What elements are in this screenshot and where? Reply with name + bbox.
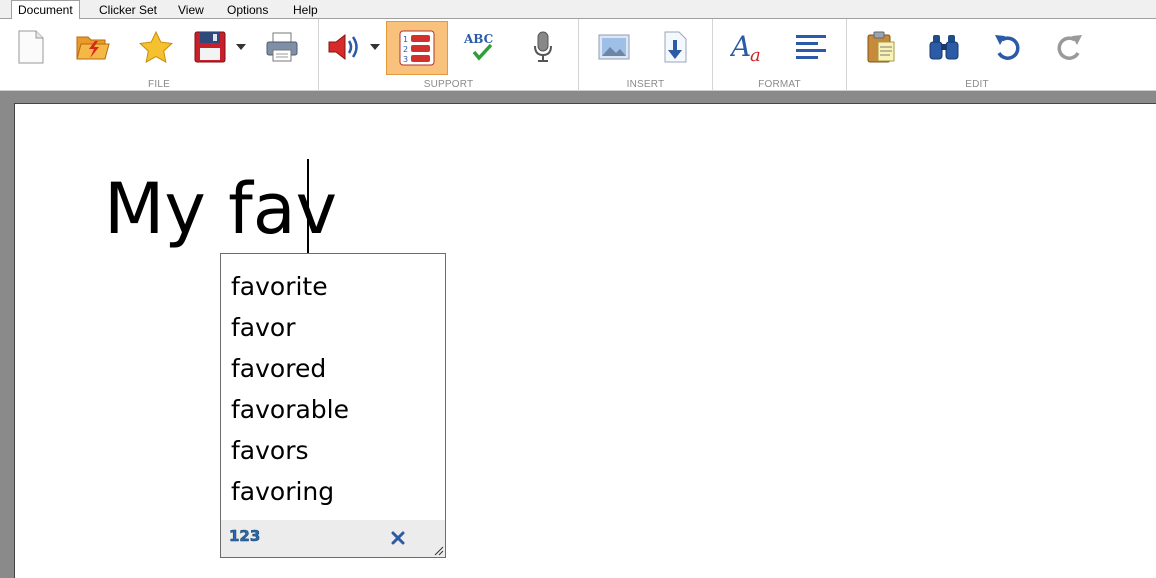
edit-group-label: EDIT [965,79,989,90]
favorites-button[interactable] [132,25,180,69]
open-folder-icon [76,36,110,60]
svg-text:3: 3 [403,55,408,64]
suggestion-item[interactable]: favorite [221,266,445,307]
edit-group: EDIT [847,19,1107,91]
speech-dropdown-chevron-icon[interactable] [370,43,380,51]
tab-view[interactable]: View [178,2,204,18]
spell-check-button[interactable]: ABC [456,25,504,69]
find-button[interactable] [920,25,968,69]
picture-icon [598,34,630,60]
format-group-label: FORMAT [758,79,801,90]
ribbon-toolbar: FILE 1 2 3 ABC SUPPORT INSERT A a FORMAT… [0,19,1156,91]
numbers-icon: 123 [229,527,261,546]
font-button[interactable]: A a [724,25,772,69]
svg-text:A: A [730,30,751,63]
svg-text:a: a [750,45,761,64]
spell-check-text: ABC [463,32,493,46]
open-folder-button[interactable] [69,25,117,69]
tab-options[interactable]: Options [227,2,268,18]
number-shortcuts-button[interactable]: 123 [229,525,263,551]
font-icon: A a [730,30,761,64]
file-group-label: FILE [148,79,170,90]
speech-button[interactable] [319,25,367,69]
suggestion-list: favorite favor favored favorable favors … [221,266,445,512]
align-left-button[interactable] [787,25,835,69]
svg-text:1: 1 [403,35,408,44]
svg-text:2: 2 [403,45,408,54]
text-caret [307,159,309,255]
word-prediction-popup: favorite favor favored favorable favors … [220,253,446,558]
binoculars-icon [929,35,959,60]
redo-icon [1057,35,1082,60]
predictor-button[interactable]: 1 2 3 [386,21,448,75]
insert-file-button[interactable] [651,25,699,69]
suggestion-item[interactable]: favored [221,348,445,389]
insert-group: INSERT [579,19,713,91]
save-button[interactable] [186,25,234,69]
suggestion-item[interactable]: favors [221,430,445,471]
insert-group-label: INSERT [626,79,665,90]
tab-clicker-set[interactable]: Clicker Set [99,2,157,18]
numbered-list-icon: 1 2 3 [399,30,435,66]
floppy-disk-icon [194,31,226,63]
print-button[interactable] [258,25,306,69]
support-group: 1 2 3 ABC SUPPORT [319,19,579,91]
numbers-glyph: 123 [229,527,260,545]
suggestion-item[interactable]: favoring [221,471,445,512]
format-group: A a FORMAT [713,19,847,91]
new-document-button[interactable] [7,25,55,69]
document-frame: My fav [0,91,1156,578]
popup-footer: 123 [221,520,445,557]
suggestion-item[interactable]: favor [221,307,445,348]
close-icon [391,531,405,545]
support-group-label: SUPPORT [423,79,474,90]
undo-icon [995,35,1020,60]
redo-button[interactable] [1046,25,1094,69]
new-document-icon [18,30,44,64]
star-icon [139,31,173,63]
microphone-button[interactable] [519,25,567,69]
resize-grip-icon[interactable] [434,546,444,556]
document-text[interactable]: My fav [104,164,337,254]
tab-document[interactable]: Document [11,0,80,20]
close-predictor-button[interactable] [387,527,409,549]
suggestion-item[interactable]: favorable [221,389,445,430]
speaker-icon [328,33,358,61]
printer-icon [266,32,298,62]
tab-help[interactable]: Help [293,2,318,18]
menu-bar: Document Clicker Set View Options Help [0,0,1156,20]
spell-check-icon: ABC [463,32,493,61]
clipboard-icon [867,31,895,63]
insert-picture-button[interactable] [590,25,638,69]
align-left-icon [796,35,826,59]
document-page[interactable]: My fav [14,103,1156,578]
file-group: FILE [0,19,319,91]
save-dropdown-chevron-icon[interactable] [236,43,246,51]
undo-button[interactable] [983,25,1031,69]
paste-button[interactable] [857,25,905,69]
insert-document-icon [664,31,687,63]
microphone-icon [534,31,552,62]
